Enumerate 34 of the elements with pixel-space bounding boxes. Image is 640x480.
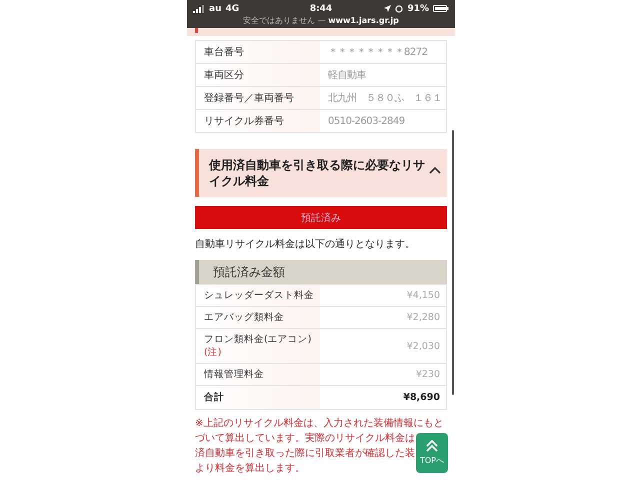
table-value: ＊＊＊＊＊＊＊＊8272 bbox=[327, 46, 428, 60]
note-link[interactable]: (注) bbox=[204, 346, 320, 359]
intro-text: 自動車リサイクル料金は以下の通りとなります。 bbox=[195, 238, 416, 251]
fee-value: ¥230 bbox=[416, 369, 440, 380]
table-value: 北九州 ５８０ふ １６１ bbox=[327, 92, 443, 106]
address-bar[interactable]: 安全ではありません — www1.jars.gr.jp bbox=[193, 15, 449, 26]
fee-value: ¥2,280 bbox=[406, 312, 440, 323]
note-text: より料金を算出します。 bbox=[195, 462, 305, 476]
table-value: 軽自動車 bbox=[327, 68, 367, 83]
double-chevron-icon bbox=[426, 440, 438, 452]
fee-label: フロン類料金(エアコン) bbox=[204, 333, 312, 346]
top-button[interactable]: TOPへ bbox=[416, 433, 448, 473]
battery-percent: 91% bbox=[407, 4, 430, 14]
clock: 8:44 bbox=[310, 4, 332, 14]
location-icon bbox=[384, 5, 392, 12]
table-value: 0510-2603-2849 bbox=[327, 114, 406, 128]
carrier-label: au bbox=[209, 4, 222, 14]
battery-icon bbox=[433, 5, 450, 12]
fee-label: 情報管理料金 bbox=[204, 368, 265, 381]
fee-label: 合計 bbox=[204, 391, 225, 404]
note-text: 済自動車を引き取った際に引取業者が確認した装 bbox=[195, 446, 415, 461]
section-header[interactable]: 使用済自動車を引き取る際に必要なリサイクル料金 bbox=[195, 149, 447, 197]
status-button[interactable]: 預託済み bbox=[195, 206, 447, 229]
note-text: づいて算出しています。実際のリサイクル料金は bbox=[195, 432, 415, 446]
fee-label: エアバッグ類料金 bbox=[204, 311, 285, 324]
signal-icon bbox=[193, 4, 205, 12]
fee-label: シュレッダーダスト料金 bbox=[204, 289, 315, 302]
note-text: ※上記のリサイクル料金は、入力された装備情報にもと bbox=[195, 416, 444, 431]
fees-header: 預託済み金額 bbox=[195, 260, 447, 284]
section-title: 使用済自動車を引き取る際に必要なリサイクル料金 bbox=[208, 157, 426, 189]
fee-value: ¥2,030 bbox=[406, 340, 440, 352]
fee-value: ¥8,690 bbox=[403, 392, 440, 403]
network-label: 4G bbox=[225, 4, 240, 14]
fee-value: ¥4,150 bbox=[406, 290, 440, 301]
